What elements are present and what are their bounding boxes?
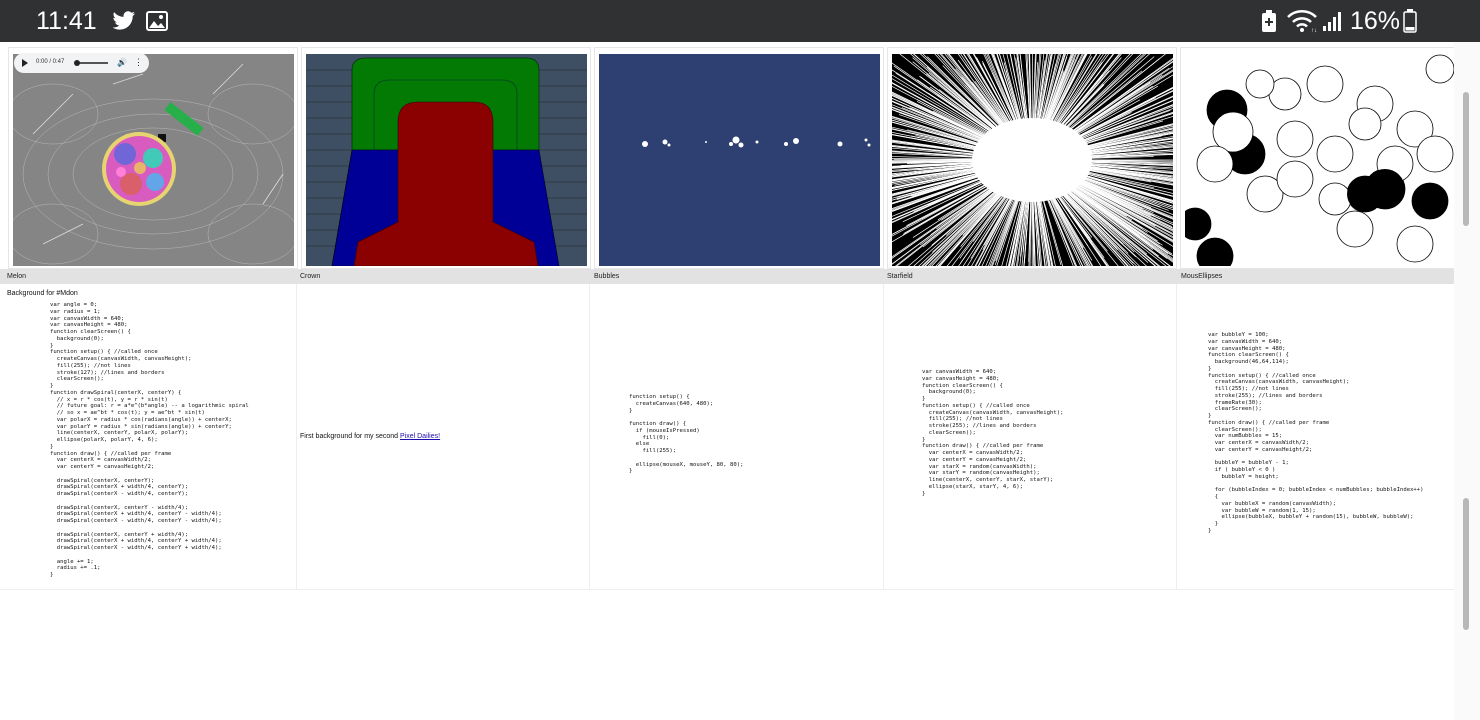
image-icon [146, 11, 168, 36]
audio-seek-handle[interactable] [74, 60, 80, 66]
sketch-title-row: Melon Crown Bubbles Starfield MousEllips… [0, 269, 1454, 284]
crown-preview [301, 47, 591, 269]
mousellipses-canvas [1185, 54, 1454, 266]
battery-percent: 16% [1350, 7, 1401, 35]
bubbles-code-cell: function setup() { createCanvas(640, 480… [591, 284, 884, 590]
starfield-code-cell: var canvasWidth = 640; var canvasHeight … [884, 284, 1177, 590]
sketch-title-bubbles: Bubbles [594, 273, 620, 280]
audio-time: 0:00 / 0:47 [36, 59, 65, 65]
sketch-title-starfield: Starfield [887, 273, 913, 280]
mousellipses-code-cell: var bubbleY = 100; var canvasWidth = 640… [1178, 284, 1454, 590]
crown-description-text: First background for my second [300, 433, 400, 440]
status-time: 11:41 [36, 7, 97, 35]
melon-preview: 0:00 / 0:47 🔊 ⋮ [8, 47, 298, 269]
scrollbar-thumb-bottom[interactable] [1463, 498, 1469, 630]
crown-canvas [306, 54, 587, 266]
melon-code-cell: Background for #Mdon var angle = 0; var … [4, 284, 297, 590]
bubbles-preview [594, 47, 884, 269]
battery-saver-icon [1261, 10, 1277, 37]
melon-canvas [13, 54, 294, 266]
audio-seek-bar[interactable] [76, 62, 108, 64]
audio-player[interactable]: 0:00 / 0:47 🔊 ⋮ [14, 53, 149, 73]
mousellipses-code: var bubbleY = 100; var canvasWidth = 640… [1208, 332, 1424, 534]
bubbles-canvas [599, 54, 880, 266]
svg-text:↑↓: ↑↓ [1311, 28, 1317, 33]
crown-description: First background for my second Pixel Dai… [300, 432, 440, 441]
melon-description: Background for #Mdon [7, 290, 78, 297]
battery-icon [1403, 9, 1417, 38]
signal-icon [1322, 10, 1344, 37]
starfield-code: var canvasWidth = 640; var canvasHeight … [922, 369, 1064, 497]
volume-icon[interactable]: 🔊 [117, 58, 127, 68]
starfield-canvas [892, 54, 1173, 266]
mousellipses-preview [1180, 47, 1454, 269]
sketch-code-row: Background for #Mdon var angle = 0; var … [0, 284, 1454, 590]
twitter-icon [112, 11, 136, 36]
starfield-preview [887, 47, 1177, 269]
pixel-dailies-link[interactable]: Pixel Dailies! [400, 433, 440, 440]
sketch-title-melon: Melon [7, 273, 27, 280]
scrollbar-thumb-top[interactable] [1463, 92, 1469, 226]
more-vert-icon[interactable]: ⋮ [134, 57, 143, 68]
crown-code-cell: First background for my second Pixel Dai… [297, 284, 590, 590]
web-page: 0:00 / 0:47 🔊 ⋮ Melon Crown Bubbles Star… [0, 42, 1454, 720]
sketch-title-mousellipses: MousEllipses [1181, 273, 1223, 280]
bubbles-code: function setup() { createCanvas(640, 480… [629, 394, 744, 475]
play-icon[interactable] [22, 59, 28, 67]
wifi-icon: ↑↓ [1286, 9, 1318, 38]
status-bar: 11:41 ↑↓ 16% [0, 0, 1480, 42]
sketch-title-crown: Crown [300, 273, 321, 280]
melon-code: var angle = 0; var radius = 1; var canva… [50, 302, 249, 578]
